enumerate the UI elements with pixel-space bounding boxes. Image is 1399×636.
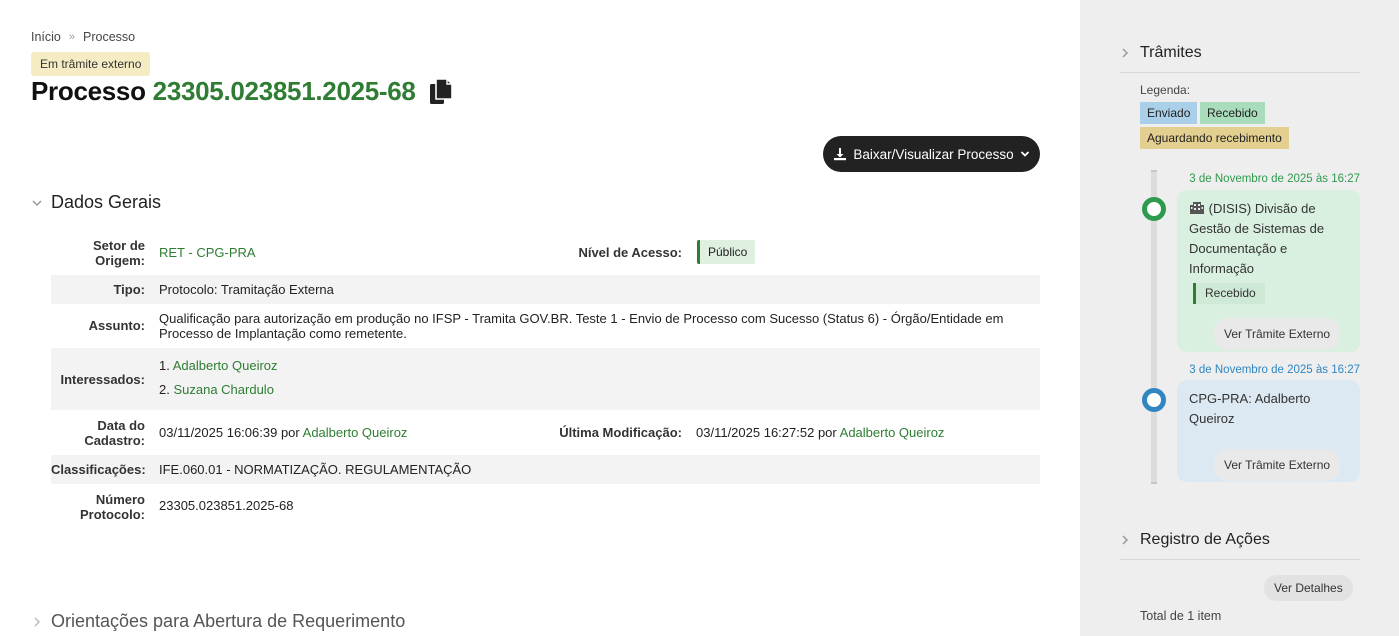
timeline-card: (DISIS) Divisão de Gestão de Sistemas de… [1177,190,1360,352]
section-orientacoes[interactable]: Orientações para Abertura de Requeriment… [31,611,405,632]
legend-enviado: Enviado [1140,102,1198,124]
page-title: Processo 23305.023851.2025-68 [31,76,453,107]
timeline-date: 3 de Novembro de 2025 às 16:27 [1189,173,1360,185]
section-dados-gerais[interactable]: Dados Gerais [31,192,161,213]
ver-detalhes-button[interactable]: Ver Detalhes [1264,575,1353,601]
setor-origem-link[interactable]: RET - CPG-PRA [159,245,256,260]
classificacoes-value: IFE.060.01 - NORMATIZAÇÃO. REGULAMENTAÇÃ… [159,462,472,477]
assunto-label: Assunto: [88,318,145,333]
data-cadastro-date: 03/11/2025 16:06:39 [159,425,278,440]
classificacoes-label: Classificações: [51,462,146,477]
copy-icon[interactable] [429,77,453,106]
numero-protocolo-value: 23305.023851.2025-68 [159,498,294,513]
ver-tramite-externo-button[interactable]: Ver Trâmite Externo [1214,318,1341,350]
download-view-label: Baixar/Visualizar Processo [853,146,1014,162]
nivel-acesso-badge: Público [697,240,756,264]
numero-protocolo-label: Número Protocolo: [80,492,145,522]
row-tipo: Tipo: Protocolo: Tramitação Externa [51,275,1040,304]
ultima-mod-user-link[interactable]: Adalberto Queiroz [840,425,945,440]
tipo-value: Protocolo: Tramitação Externa [159,282,334,297]
list-item: 2. Suzana Chardulo [159,382,274,397]
page-title-prefix: Processo [31,76,146,106]
setor-origem-label: Setor de Origem: [92,238,145,268]
main-content: Início » Processo Em trâmite externo Pro… [0,0,1080,636]
chevron-down-icon [32,199,42,206]
timeline-card-text: (DISIS) Divisão de Gestão de Sistemas de… [1189,199,1348,279]
por-text: por [280,425,300,440]
download-icon [834,148,847,161]
section-title: Orientações para Abertura de Requeriment… [51,611,406,631]
data-cadastro-label: Data do Cadastro: [84,418,145,448]
breadcrumb-current: Processo [83,30,136,44]
list-item: 1. Adalberto Queiroz [159,358,278,373]
divider [1120,559,1360,560]
interessado-link[interactable]: Adalberto Queiroz [173,358,278,373]
tramites-header[interactable]: Trâmites [1120,44,1202,62]
timeline-card-title: (DISIS) Divisão de Gestão de Sistemas de… [1189,201,1325,276]
data-cadastro-user-link[interactable]: Adalberto Queiroz [303,425,408,440]
row-interessados: Interessados: 1. Adalberto Queiroz 2. Su… [51,348,1040,410]
sidebar: Trâmites Legenda: Enviado Recebido Aguar… [1080,0,1399,636]
download-view-button[interactable]: Baixar/Visualizar Processo [823,136,1040,172]
registro-acoes-title: Registro de Ações [1140,531,1270,548]
section-title: Dados Gerais [51,192,162,212]
chevron-right-icon [1122,535,1129,545]
tipo-label: Tipo: [113,282,145,297]
registro-acoes-header[interactable]: Registro de Ações [1120,531,1270,549]
data-cadastro-value: 03/11/2025 16:06:39 por Adalberto Queiro… [159,425,407,440]
status-badge: Em trâmite externo [31,52,151,76]
building-icon [1190,202,1204,214]
status-badge: Recebido [1193,283,1265,304]
row-setor-origem: Setor de Origem: RET - CPG-PRA Nível de … [51,232,1040,272]
interessados-label: Interessados: [60,372,145,387]
por-text: por [817,425,837,440]
timeline-card: CPG-PRA: Adalberto Queiroz Ver Trâmite E… [1177,380,1360,482]
ver-tramite-externo-button[interactable]: Ver Trâmite Externo [1214,449,1341,481]
timeline-dot-received [1142,197,1166,221]
assunto-value: Qualificação para autorização em produçã… [159,311,1004,341]
breadcrumb: Início » Processo [31,30,135,44]
timeline-dot-sent [1142,388,1166,412]
chevron-right-icon [34,616,41,627]
breadcrumb-home-link[interactable]: Início [31,30,61,44]
divider [1120,72,1360,73]
legend-aguardando: Aguardando recebimento [1140,127,1289,149]
chevron-down-icon [1020,151,1029,157]
chevron-right-icon [1122,48,1129,58]
interessados-list: 1. Adalberto Queiroz 2. Suzana Chardulo [159,354,278,402]
tramites-title: Trâmites [1140,44,1202,61]
row-numero-protocolo: Número Protocolo: 23305.023851.2025-68 [51,486,1040,526]
ultima-mod-label: Última Modificação: [559,425,682,440]
ultima-mod-date: 03/11/2025 16:27:52 [696,425,815,440]
row-data-cadastro: Data do Cadastro: 03/11/2025 16:06:39 po… [51,412,1040,454]
interessado-link[interactable]: Suzana Chardulo [173,382,273,397]
ultima-mod-value: 03/11/2025 16:27:52 por Adalberto Queiro… [696,425,944,440]
total-items: Total de 1 item [1140,609,1222,623]
legend-recebido: Recebido [1200,102,1265,124]
timeline-date: 3 de Novembro de 2025 às 16:27 [1189,364,1360,376]
process-number: 23305.023851.2025-68 [152,76,416,106]
breadcrumb-separator-icon: » [68,31,76,43]
row-classificacoes: Classificações: IFE.060.01 - NORMATIZAÇÃ… [51,455,1040,484]
legend-label: Legenda: [1140,83,1191,97]
timeline-card-title: CPG-PRA: Adalberto Queiroz [1189,391,1311,426]
row-assunto: Assunto: Qualificação para autorização e… [51,304,1040,348]
nivel-acesso-label: Nível de Acesso: [578,245,682,260]
